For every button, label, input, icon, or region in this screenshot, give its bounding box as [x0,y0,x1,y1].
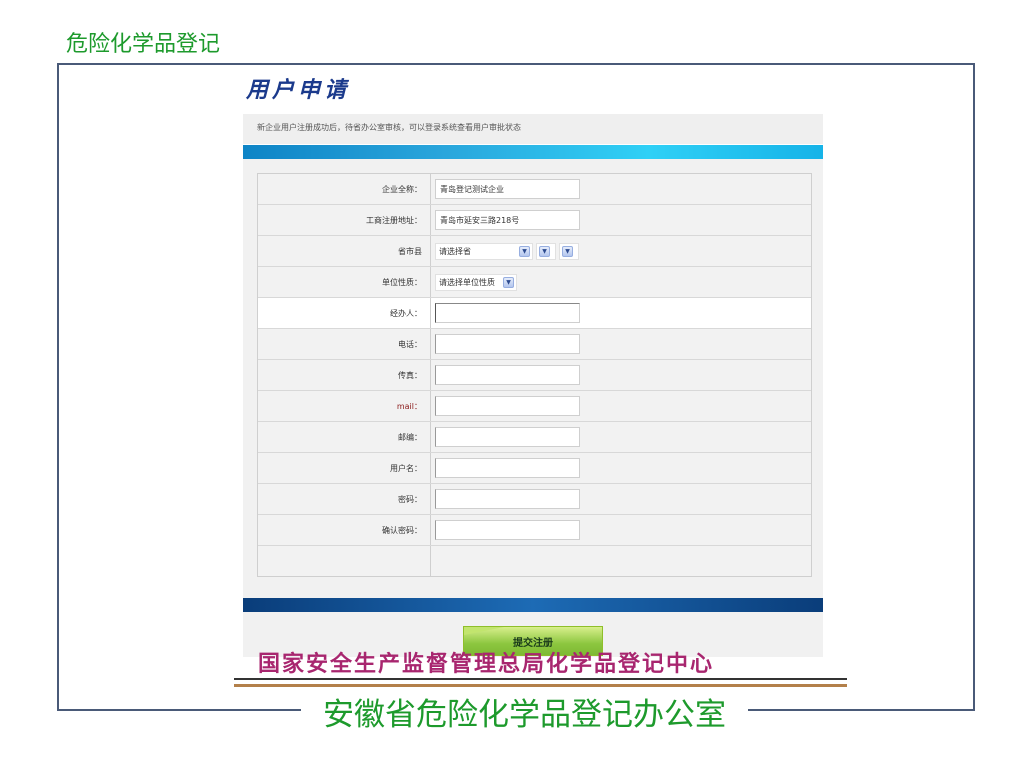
agent-label: 经办人： [390,308,422,318]
row-spacer [258,546,811,576]
unit-nature-label: 单位性质： [382,277,422,287]
county-chevron-down-icon: ▼ [562,245,573,257]
business-address-label: 工商注册地址： [366,215,422,225]
fax-input[interactable] [435,365,580,385]
company-name-cell [430,174,811,204]
fax-cell [430,360,811,390]
mail-cell [430,391,811,421]
spacer-cell [430,546,811,576]
province-select-value: 请选择省 [439,246,471,256]
form-heading: 用户申请 [246,78,351,103]
username-input[interactable] [435,458,580,478]
office-name: 安徽省危险化学品登记办公室 [301,697,748,733]
registration-form-table: 企业全称： 工商注册地址： 省市县 请选择省 ▼ ▼ ▼ [257,173,812,577]
unit-nature-select-value: 请选择单位性质 [439,277,495,287]
region-label: 省市县 [398,246,422,256]
city-select[interactable]: ▼ [536,242,556,260]
row-region: 省市县 请选择省 ▼ ▼ ▼ [258,236,811,267]
company-name-input[interactable] [435,179,580,199]
county-select[interactable]: ▼ [559,242,579,260]
confirm-password-label: 确认密码： [382,525,422,535]
row-unit-nature: 单位性质： 请选择单位性质 ▼ [258,267,811,298]
submit-registration-label: 提交注册 [513,637,553,649]
fax-label: 传真： [398,370,422,380]
row-business-address: 工商注册地址： [258,205,811,236]
password-label: 密码： [398,494,422,504]
username-cell [430,453,811,483]
row-password: 密码： [258,484,811,515]
business-address-cell [430,205,811,235]
header-divider-bar [243,145,823,159]
row-postcode: 邮编： [258,422,811,453]
mail-label: mail： [396,401,422,411]
registration-form-panel: 用户申请 新企业用户注册成功后，待省办公室审核，可以登录系统查看用户审批状态 企… [243,77,823,657]
confirm-password-input[interactable] [435,520,580,540]
phone-cell [430,329,811,359]
city-chevron-down-icon: ▼ [539,245,550,257]
company-name-label: 企业全称： [382,184,422,194]
notice-text: 新企业用户注册成功后，待省办公室审核，可以登录系统查看用户审批状态 [257,123,521,132]
postcode-label: 邮编： [398,432,422,442]
agent-input[interactable] [435,303,580,323]
password-input[interactable] [435,489,580,509]
agent-cell [430,298,811,328]
organization-banner: 国家安全生产监督管理总局化学品登记中心 [258,652,715,677]
row-confirm-password: 确认密码： [258,515,811,546]
row-mail: mail： [258,391,811,422]
row-username: 用户名： [258,453,811,484]
unit-nature-chevron-down-icon: ▼ [503,276,514,288]
unit-nature-select[interactable]: 请选择单位性质 ▼ [435,273,517,291]
password-cell [430,484,811,514]
postcode-input[interactable] [435,427,580,447]
region-cell: 请选择省 ▼ ▼ ▼ [430,236,811,266]
org-underline-dark [234,678,847,680]
org-underline-orange [234,684,847,687]
province-chevron-down-icon: ▼ [519,245,530,257]
row-fax: 传真： [258,360,811,391]
button-highlight [464,627,504,635]
slide-title: 危险化学品登记 [66,32,221,57]
province-select[interactable]: 请选择省 ▼ [435,242,533,260]
postcode-cell [430,422,811,452]
mail-input[interactable] [435,396,580,416]
confirm-password-cell [430,515,811,545]
row-company-name: 企业全称： [258,174,811,205]
footer-divider-bar [243,598,823,612]
username-label: 用户名： [390,463,422,473]
phone-input[interactable] [435,334,580,354]
row-agent: 经办人： [258,298,811,329]
row-phone: 电话： [258,329,811,360]
phone-label: 电话： [398,339,422,349]
business-address-input[interactable] [435,210,580,230]
unit-nature-cell: 请选择单位性质 ▼ [430,267,811,297]
